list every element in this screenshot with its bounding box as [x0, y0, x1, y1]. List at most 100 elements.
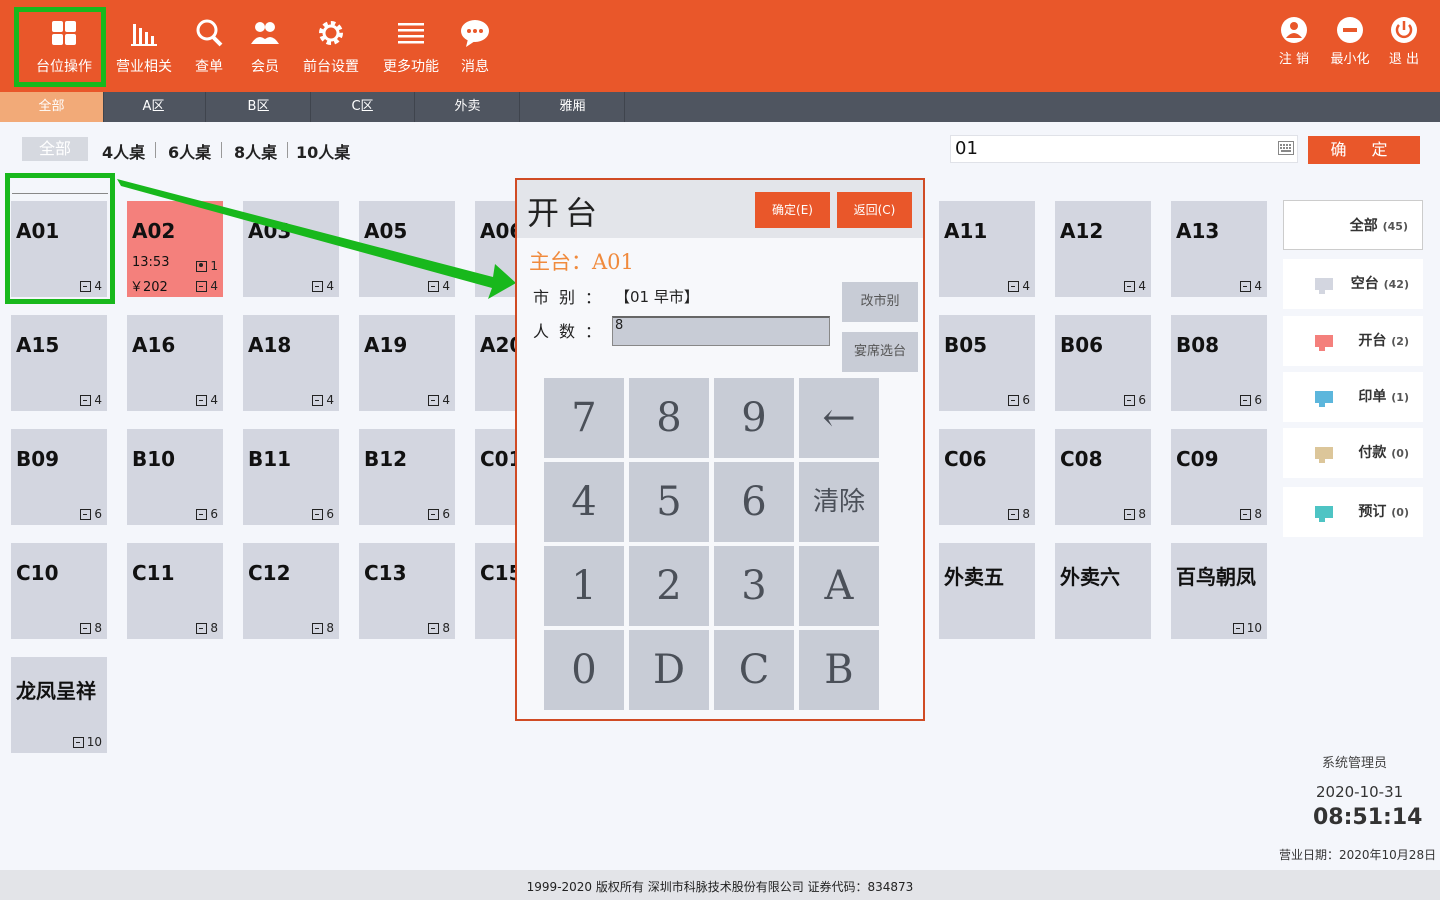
- table-card[interactable]: B10 6: [127, 429, 223, 525]
- seat-count-value: 8: [1022, 507, 1030, 521]
- seat-count: 6: [428, 507, 450, 521]
- keypad-key[interactable]: 清除: [799, 462, 879, 542]
- legend-filter-item[interactable]: 空台 (42): [1283, 259, 1423, 309]
- table-card[interactable]: 百鸟朝凤 10: [1171, 543, 1267, 639]
- legend-filter-item[interactable]: 付款 (0): [1283, 428, 1423, 478]
- legend-filter-item[interactable]: 预订 (0): [1283, 487, 1423, 537]
- keypad-key[interactable]: 4: [544, 462, 624, 542]
- seat-count-value: 8: [1254, 507, 1262, 521]
- keypad-key[interactable]: ←: [799, 378, 879, 458]
- change-market-button[interactable]: 改市别: [842, 282, 918, 322]
- table-card[interactable]: A11 4: [939, 201, 1035, 297]
- table-name: A03: [248, 219, 292, 243]
- seat-count: 8: [80, 621, 102, 635]
- table-card[interactable]: A03 4: [243, 201, 339, 297]
- logout-button[interactable]: 注 销: [1276, 16, 1312, 67]
- table-card[interactable]: B06 6: [1055, 315, 1151, 411]
- table-card[interactable]: B09 6: [11, 429, 107, 525]
- filter-10-seat[interactable]: 10人桌: [296, 139, 350, 163]
- table-card[interactable]: C06 8: [939, 429, 1035, 525]
- legend-filter-item[interactable]: 全部 (45): [1283, 200, 1423, 250]
- table-card[interactable]: B08 6: [1171, 315, 1267, 411]
- table-card[interactable]: 外卖五: [939, 543, 1035, 639]
- nav-label: 更多功能: [383, 59, 439, 75]
- keypad-key[interactable]: 0: [544, 630, 624, 710]
- table-card[interactable]: C12 8: [243, 543, 339, 639]
- table-card[interactable]: A12 4: [1055, 201, 1151, 297]
- tab-area-a[interactable]: A区: [102, 92, 206, 122]
- keypad-key[interactable]: A: [799, 546, 879, 626]
- table-card[interactable]: A05 4: [359, 201, 455, 297]
- bar-chart-icon: [131, 24, 157, 46]
- people-count-input[interactable]: 8: [612, 316, 830, 346]
- table-name: A12: [1060, 219, 1104, 243]
- table-search-input[interactable]: 01: [950, 135, 1298, 163]
- nav-query[interactable]: 查单: [190, 18, 228, 78]
- gear-icon: [319, 21, 343, 45]
- keypad-key[interactable]: 8: [629, 378, 709, 458]
- filter-6-seat[interactable]: 6人桌: [168, 139, 211, 163]
- chair-icon: [1240, 394, 1252, 406]
- business-date: 营业日期：2020年10月28日: [1279, 848, 1437, 862]
- table-card[interactable]: A02 13:53 ￥202 1 4: [127, 201, 223, 297]
- chair-icon: [312, 394, 324, 406]
- chair-icon: [428, 622, 440, 634]
- filter-8-seat[interactable]: 8人桌: [234, 139, 277, 163]
- tab-takeout[interactable]: 外卖: [416, 92, 520, 122]
- table-card[interactable]: 外卖六: [1055, 543, 1151, 639]
- nav-member[interactable]: 会员: [246, 18, 284, 78]
- keypad-key[interactable]: D: [629, 630, 709, 710]
- nav-table-ops[interactable]: 台位操作: [30, 18, 98, 78]
- table-card[interactable]: A19 4: [359, 315, 455, 411]
- seat-count: 10: [72, 735, 102, 749]
- keypad-key[interactable]: 2: [629, 546, 709, 626]
- seat-count-value: 10: [1246, 621, 1262, 635]
- filter-4-seat[interactable]: 4人桌: [102, 139, 145, 163]
- table-card[interactable]: C13 8: [359, 543, 455, 639]
- keypad-key[interactable]: 7: [544, 378, 624, 458]
- nav-business[interactable]: 营业相关: [112, 18, 176, 78]
- table-card[interactable]: C08 8: [1055, 429, 1151, 525]
- keypad-key[interactable]: 9: [714, 378, 794, 458]
- exit-button[interactable]: 退 出: [1386, 16, 1422, 67]
- legend-filter-item[interactable]: 印单 (1): [1283, 372, 1423, 422]
- table-card[interactable]: B05 6: [939, 315, 1035, 411]
- table-card[interactable]: B12 6: [359, 429, 455, 525]
- keypad-key[interactable]: 6: [714, 462, 794, 542]
- filter-all[interactable]: 全部: [22, 137, 88, 161]
- table-card[interactable]: A15 4: [11, 315, 107, 411]
- keyboard-icon[interactable]: [1278, 141, 1294, 155]
- table-card[interactable]: 龙凤呈祥 10: [11, 657, 107, 753]
- chair-icon: [1124, 280, 1136, 292]
- chair-icon: [196, 394, 208, 406]
- banquet-select-button[interactable]: 宴席选台: [842, 332, 918, 372]
- nav-messages[interactable]: 消息: [456, 18, 494, 78]
- footer-copyright: 1999-2020 版权所有 深圳市科脉技术股份有限公司 证券代码：834873: [0, 870, 1440, 900]
- minimize-button[interactable]: 最小化: [1328, 16, 1372, 67]
- keypad-key[interactable]: C: [714, 630, 794, 710]
- keypad-key[interactable]: 1: [544, 546, 624, 626]
- tab-all[interactable]: 全部: [0, 92, 104, 122]
- table-card[interactable]: C11 8: [127, 543, 223, 639]
- table-card[interactable]: A16 4: [127, 315, 223, 411]
- keypad-key[interactable]: 3: [714, 546, 794, 626]
- keypad-key[interactable]: 5: [629, 462, 709, 542]
- table-card[interactable]: A18 4: [243, 315, 339, 411]
- table-name: B05: [944, 333, 988, 357]
- confirm-button[interactable]: 确 定: [1308, 136, 1420, 164]
- top-bar: 台位操作 营业相关 查单 会员 前台设置 更多功能 消息 注 销 最小化 退 出: [0, 0, 1440, 92]
- seat-count: 6: [196, 507, 218, 521]
- dialog-confirm-button[interactable]: 确定(E): [755, 192, 830, 228]
- table-card[interactable]: B11 6: [243, 429, 339, 525]
- legend-filter-item[interactable]: 开台 (2): [1283, 316, 1423, 366]
- nav-front-settings[interactable]: 前台设置: [298, 18, 364, 78]
- keypad-key[interactable]: B: [799, 630, 879, 710]
- table-card[interactable]: C10 8: [11, 543, 107, 639]
- tab-area-b[interactable]: B区: [207, 92, 311, 122]
- table-card[interactable]: A13 4: [1171, 201, 1267, 297]
- tab-area-c[interactable]: C区: [311, 92, 415, 122]
- table-card[interactable]: C09 8: [1171, 429, 1267, 525]
- nav-more[interactable]: 更多功能: [378, 18, 444, 78]
- tab-private-room[interactable]: 雅厢: [521, 92, 625, 122]
- dialog-back-button[interactable]: 返回(C): [837, 192, 912, 228]
